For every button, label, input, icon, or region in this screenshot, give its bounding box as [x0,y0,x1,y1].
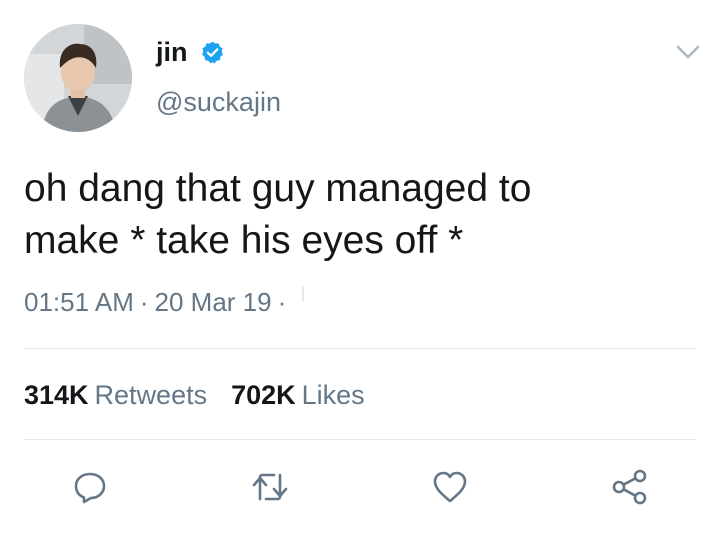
tweet-time[interactable]: 01:51 AM [24,287,134,317]
avatar-photo [24,24,132,132]
tweet-stats: 314K Retweets 702K Likes [24,378,365,412]
share-icon [612,469,647,505]
tweet-meta: 01:51 AM · 20 Mar 19 · [24,285,305,319]
user-name[interactable]: jin [156,36,188,68]
likes-count: 702K [231,380,296,410]
tweet-card: jin @suckajin oh dang that guy managed t… [0,0,720,539]
reply-icon [74,472,106,504]
retweets-count: 314K [24,380,89,410]
meta-cut-mark [302,287,305,301]
likes-label: Likes [301,380,365,410]
tweet-text-line: make * take his eyes off * [24,219,464,262]
like-button[interactable] [430,467,470,507]
share-button[interactable] [610,467,650,507]
avatar[interactable] [24,24,132,132]
meta-separator: · [277,287,287,317]
tweet-text-line: oh dang that guy managed to [24,167,532,210]
retweet-icon [252,473,288,501]
divider [24,439,696,440]
meta-separator: · [139,287,149,317]
tweet-date[interactable]: 20 Mar 19 [155,287,272,317]
retweet-button[interactable] [250,467,290,507]
user-handle[interactable]: @suckajin [156,86,281,118]
likes-stat[interactable]: 702K Likes [231,380,365,410]
verified-badge-icon [202,41,223,64]
reply-button[interactable] [70,467,110,507]
divider [24,348,696,349]
tweet-text: oh dang that guy managed to make * take … [24,163,694,267]
chevron-down-icon[interactable] [674,40,702,64]
retweets-label: Retweets [94,380,208,410]
heart-icon [433,471,467,503]
retweets-stat[interactable]: 314K Retweets [24,380,207,410]
